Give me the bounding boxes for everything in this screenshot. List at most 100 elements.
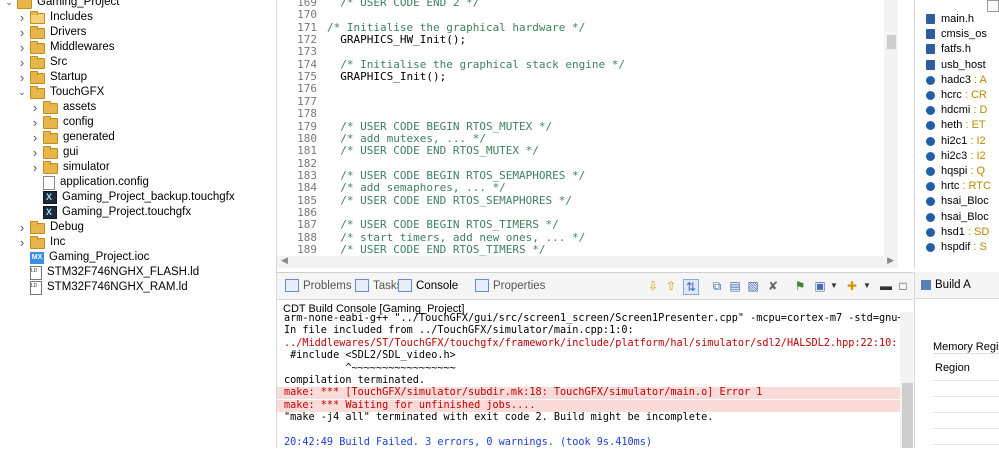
folder-icon — [43, 146, 58, 159]
tree-item-gaming-project-backup-touchgfx[interactable]: Gaming_Project_backup.touchgfx — [30, 190, 235, 205]
copy-icon[interactable]: ⧉ — [710, 279, 724, 293]
chevron-right-icon[interactable]: › — [17, 10, 27, 25]
code-line[interactable]: GRAPHICS_HW_Init(); — [327, 33, 466, 46]
line-number: 175 — [297, 70, 317, 84]
outline-item[interactable]: hi2c3 : I2 — [926, 149, 986, 164]
tree-item-inc[interactable]: › Inc — [17, 235, 66, 250]
open-console-dropdown-icon[interactable]: ▼ — [860, 279, 874, 293]
outline-scroll-up-icon[interactable] — [987, 0, 999, 12]
outline-item[interactable]: heth : ET — [926, 118, 986, 133]
chevron-right-icon[interactable]: › — [30, 130, 40, 145]
code-line[interactable]: GRAPHICS_Init(); — [327, 70, 446, 83]
chevron-right-icon[interactable]: › — [17, 235, 27, 250]
maximize-view-icon[interactable]: □ — [896, 279, 910, 293]
outline-item[interactable]: hi2c1 : I2 — [926, 134, 986, 149]
editor-horizontal-scrollbar[interactable]: ◀ ▶ — [277, 255, 898, 268]
paste-icon[interactable]: ▤ — [728, 279, 742, 293]
variable-icon — [926, 167, 935, 176]
editor-scroll-thumb[interactable] — [887, 35, 896, 49]
code-line[interactable]: /* add mutexes, ... */ — [327, 132, 486, 145]
outline-item[interactable]: hcrc : CR — [926, 88, 987, 103]
outline-item[interactable]: main.h — [926, 12, 975, 27]
chevron-right-icon[interactable]: › — [17, 70, 27, 85]
outline-item[interactable]: hadc3 : A — [926, 73, 987, 88]
chevron-right-icon[interactable]: › — [30, 100, 40, 115]
outline-item[interactable]: hsd1 : SD — [926, 225, 989, 240]
tree-item-config[interactable]: › config — [30, 115, 94, 130]
chevron-down-icon[interactable]: ⌄ — [4, 0, 14, 8]
code-line[interactable]: /* USER CODE BEGIN RTOS_SEMAPHORES */ — [327, 169, 585, 182]
minimize-view-icon[interactable]: ▬ — [879, 279, 893, 293]
outline-item[interactable]: hqspi : Q — [926, 164, 985, 179]
tab-problems[interactable]: Problems — [285, 279, 352, 292]
tree-item-label: Includes — [50, 11, 93, 23]
code-line[interactable]: /* USER CODE END RTOS_SEMAPHORES */ — [327, 194, 572, 207]
scroll-lock-icon[interactable]: ⇅ — [683, 279, 699, 295]
chevron-down-icon[interactable]: ⌄ — [17, 87, 27, 98]
code-line[interactable]: /* USER CODE BEGIN RTOS_MUTEX */ — [327, 120, 552, 133]
tree-item-application-config[interactable]: application.config — [30, 175, 149, 190]
code-line[interactable]: /* add semaphores, ... */ — [327, 181, 506, 194]
code-line[interactable]: /* USER CODE END RTOS_TIMERS */ — [327, 243, 545, 256]
line-number: 174 — [297, 57, 317, 71]
outline-item[interactable]: usb_host — [926, 58, 986, 73]
build-analyzer-tab[interactable]: Build A — [915, 272, 999, 299]
clear-console-icon[interactable]: ▧ — [746, 279, 760, 293]
tree-item-assets[interactable]: › assets — [30, 100, 96, 115]
display-console-icon[interactable]: ▣ — [813, 279, 827, 293]
code-line[interactable]: /* USER CODE END RTOS_MUTEX */ — [327, 144, 539, 157]
chevron-right-icon[interactable]: › — [17, 40, 27, 55]
code-line[interactable]: /* USER CODE BEGIN RTOS_TIMERS */ — [327, 218, 559, 231]
tree-item-simulator[interactable]: › simulator — [30, 160, 110, 175]
chevron-right-icon[interactable]: › — [30, 115, 40, 130]
code-line[interactable]: /* start timers, add new ones, ... */ — [327, 231, 585, 244]
outline-item[interactable]: fatfs.h — [926, 42, 971, 57]
folder-icon — [43, 161, 58, 174]
outline-item-label: fatfs.h — [941, 43, 971, 56]
console-output[interactable]: arm-none-eabi-g++ "../TouchGFX/gui/src/s… — [277, 313, 906, 449]
outline-item-label: main.h — [941, 13, 975, 25]
memory-regions-header[interactable]: Memory Regio — [933, 341, 999, 354]
code-line[interactable]: /* Initialise the graphical stack engine… — [327, 58, 625, 71]
open-console-icon[interactable]: ✚ — [845, 279, 859, 293]
outline-item[interactable]: hsai_Bloc — [926, 194, 989, 209]
chevron-right-icon[interactable]: › — [30, 145, 40, 160]
outline-item[interactable]: hspdif : S — [926, 240, 987, 255]
arrow-down-icon[interactable]: ⇩ — [646, 279, 660, 293]
arrow-up-icon[interactable]: ⇧ — [664, 279, 678, 293]
tree-item-gaming-project-touchgfx[interactable]: Gaming_Project.touchgfx — [30, 205, 191, 220]
console-scroll-thumb[interactable] — [902, 383, 913, 448]
outline-item[interactable]: hrtc : RTC — [926, 179, 991, 194]
chevron-right-icon[interactable]: › — [17, 220, 27, 235]
folder-icon — [30, 41, 45, 54]
scroll-right-icon[interactable]: ▶ — [887, 255, 894, 266]
code-editor[interactable]: 169 /* USER CODE END 2 */170 171/* Initia… — [277, 0, 913, 268]
chevron-right-icon[interactable]: › — [17, 55, 27, 70]
tab-console[interactable]: Console — [398, 279, 458, 292]
outline-item[interactable]: hdcmi : D — [926, 103, 987, 118]
tree-item-debug[interactable]: › Debug — [17, 220, 84, 235]
tree-item-includes[interactable]: › Includes — [17, 10, 93, 25]
outline-item[interactable]: cmsis_os — [926, 27, 987, 42]
outline-item[interactable]: hsai_Bloc — [926, 210, 989, 225]
tree-item-touchgfx[interactable]: ⌄ TouchGFX — [17, 85, 104, 100]
chevron-right-icon[interactable]: › — [30, 160, 40, 175]
display-console-dropdown-icon[interactable]: ▼ — [827, 279, 841, 293]
tab-properties[interactable]: Properties — [475, 279, 545, 292]
tree-item-drivers[interactable]: › Drivers — [17, 25, 87, 40]
tree-item-startup[interactable]: › Startup — [17, 70, 87, 85]
code-line[interactable]: /* USER CODE END 2 */ — [327, 0, 479, 9]
tree-item-gui[interactable]: › gui — [30, 145, 79, 160]
tree-item-middlewares[interactable]: › Middlewares — [17, 40, 115, 55]
scroll-left-icon[interactable]: ◀ — [281, 255, 288, 266]
tree-item-stm32f746nghx-ram-ld[interactable]: STM32F746NGHX_RAM.ld — [17, 279, 188, 295]
tree-item-src[interactable]: › Src — [17, 55, 67, 70]
chevron-right-icon[interactable]: › — [17, 25, 27, 40]
tree-item-generated[interactable]: › generated — [30, 130, 115, 145]
tree-item-stm32f746nghx-flash-ld[interactable]: STM32F746NGHX_FLASH.ld — [17, 264, 199, 280]
pin-console-icon[interactable]: ⚑ — [793, 279, 807, 293]
tree-item-gaming-project[interactable]: ⌄ Gaming_Project — [4, 0, 119, 10]
remove-launch-icon[interactable]: ✘ — [766, 279, 780, 293]
code-line[interactable]: /* Initialise the graphical hardware */ — [327, 21, 585, 34]
tab-tasks[interactable]: Tasks — [355, 279, 402, 292]
